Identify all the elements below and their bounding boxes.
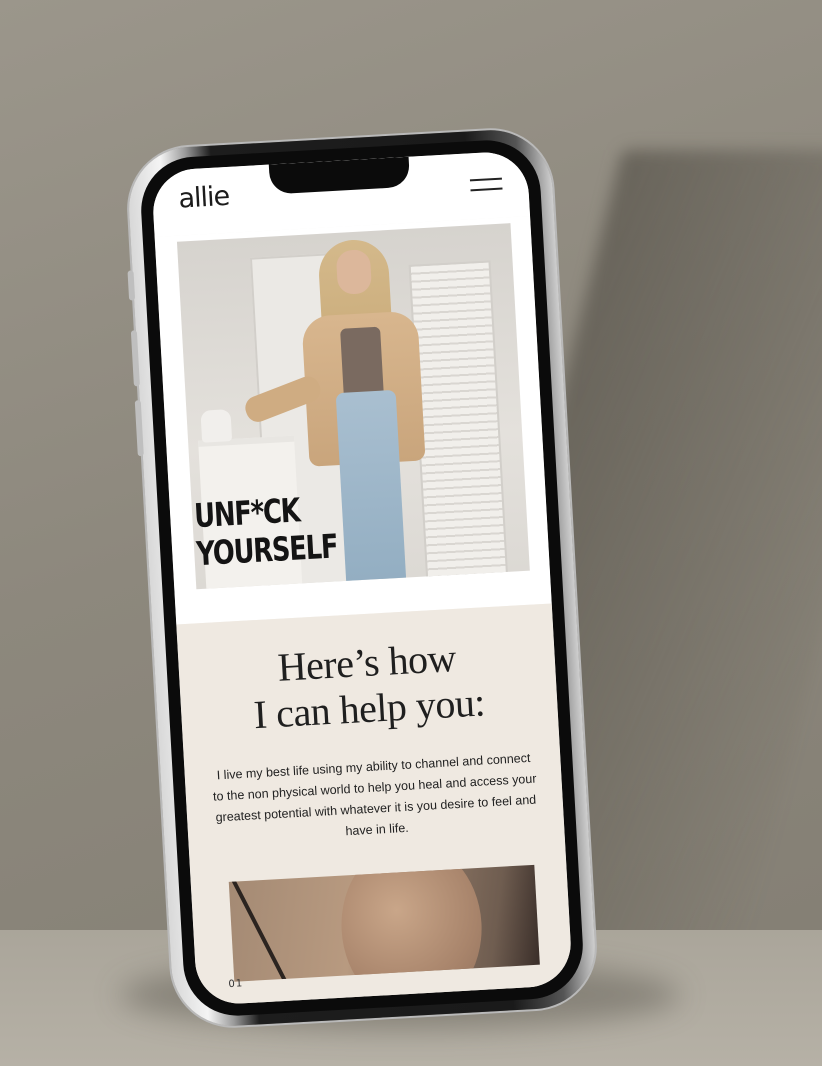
hero-headline: UNF*CK YOURSELF bbox=[193, 490, 339, 574]
menu-line-bottom bbox=[470, 187, 503, 191]
help-description: I live my best life using my ability to … bbox=[212, 750, 537, 838]
feature-photo-shoulder bbox=[336, 864, 487, 982]
hamburger-menu-icon[interactable] bbox=[469, 177, 503, 194]
hero-section: UNF*CK YOURSELF bbox=[154, 216, 552, 625]
menu-line-top bbox=[469, 177, 502, 181]
feature-photo[interactable] bbox=[228, 864, 540, 982]
page-number: 01 bbox=[228, 978, 244, 991]
phone-screen: allie UNF*CK YOURSELF Here’s how I can h… bbox=[150, 150, 574, 1006]
photo-door-right bbox=[408, 260, 509, 581]
photo-person-top bbox=[340, 326, 384, 399]
help-section: Here’s how I can help you: I live my bes… bbox=[176, 603, 574, 1006]
photo-person-jeans bbox=[335, 389, 407, 583]
phone-mockup: allie UNF*CK YOURSELF Here’s how I can h… bbox=[125, 126, 599, 1030]
site-logo[interactable]: allie bbox=[178, 181, 230, 215]
photo-vase bbox=[200, 409, 233, 443]
photo-person-face bbox=[335, 249, 373, 295]
feature-photo-strap bbox=[230, 876, 298, 982]
help-title: Here’s how I can help you: bbox=[178, 629, 559, 742]
